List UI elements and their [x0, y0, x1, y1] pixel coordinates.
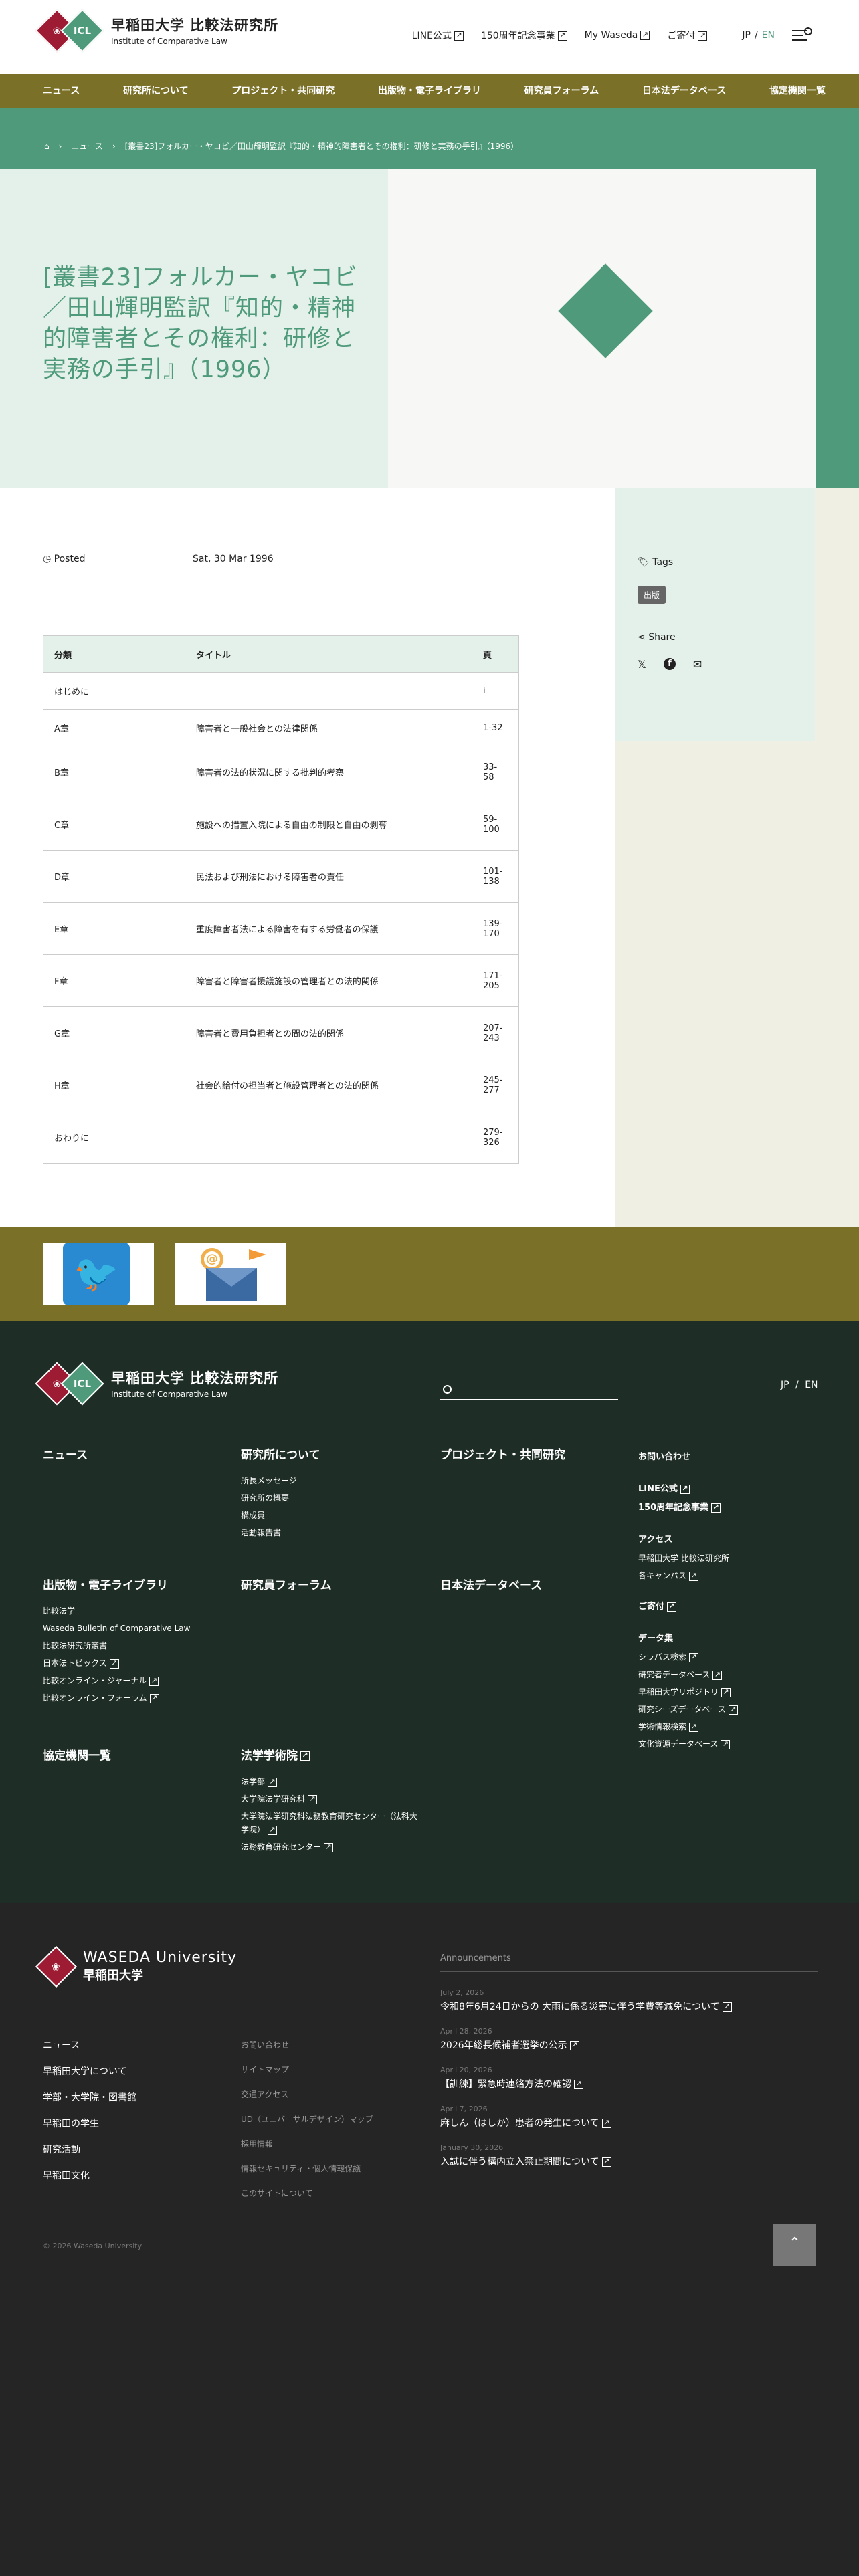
university-links: ニュース 早稲田大学について 学部・大学院・図書館 早稲田の学生 研究活動 早稲…	[43, 2040, 136, 2181]
table-row: E章 重度障害者法による障害を有する労働者の保護 139-170	[43, 902, 519, 955]
copyright: © 2026 Waseda University	[43, 2242, 142, 2250]
paper-plane-icon	[249, 1249, 266, 1260]
nav-forum[interactable]: 研究員フォーラム	[524, 86, 599, 97]
footer-col-publications: 出版物・電子ライブラリ 比較法学 Waseda Bulletin of Comp…	[43, 1578, 190, 1707]
footer-logo[interactable]: ❀ ICL 早稲田大学 比較法研究所 Institute of Comparat…	[35, 1361, 279, 1406]
global-nav: ニュース 研究所について プロジェクト・共同研究 出版物・電子ライブラリ 研究員…	[0, 74, 859, 108]
footer-lang-jp[interactable]: JP	[781, 1380, 789, 1390]
footer-col-contact: お問い合わせ LINE公式 150周年記念事業 アクセス 早稲田大学 比較法研究…	[638, 1448, 738, 1753]
icl-emblem-icon: ICL	[60, 1361, 104, 1406]
mail-share-icon[interactable]: ✉	[693, 658, 702, 671]
menu-search-icon[interactable]	[792, 27, 812, 42]
lang-jp[interactable]: JP	[742, 30, 751, 41]
util-donate[interactable]: ご寄付	[667, 29, 707, 42]
nav-about[interactable]: 研究所について	[123, 86, 189, 97]
envelope-flap-icon	[206, 1268, 257, 1287]
back-to-top-button[interactable]: ⌃	[773, 2224, 816, 2266]
at-sign-icon: @	[201, 1248, 223, 1271]
chevron-right-icon: ›	[112, 141, 116, 151]
table-row: F章 障害者と障害者援護施設の管理者との法的関係 171-205	[43, 954, 519, 1007]
twitter-bird-icon: 🐦	[63, 1243, 130, 1305]
waseda-emblem-icon: ❀	[35, 1945, 78, 1988]
table-row: H章 社会的給付の担当者と施設管理者との法的関係 245-277	[43, 1059, 519, 1111]
page-title: [叢書23]フォルカー・ヤコビ／田山輝明監訳『知的・精神的障害者とその権利：研修…	[43, 264, 358, 383]
util-150th[interactable]: 150周年記念事業	[481, 29, 567, 42]
lang-en[interactable]: EN	[762, 30, 775, 41]
icl-emblem-icon: ICL	[60, 8, 104, 53]
tags-heading: 🏷 Tags	[638, 557, 674, 568]
twitter-banner[interactable]: 🐦	[43, 1243, 154, 1305]
footer-col-news: ニュース	[43, 1448, 88, 1462]
site-header: ❀ ICL 早稲田大学 比較法研究所 Institute of Comparat…	[0, 0, 859, 74]
nav-japan-law-db[interactable]: 日本法データベース	[642, 86, 726, 97]
nav-partners[interactable]: 協定機関一覧	[769, 86, 826, 97]
util-mywaseda[interactable]: My Waseda	[585, 30, 650, 41]
clock-icon: ◷	[43, 554, 52, 564]
university-footer: ❀ WASEDA University 早稲田大学 ニュース 早稲田大学について…	[0, 1903, 859, 2576]
col-category: 分類	[43, 635, 185, 673]
share-heading: ⋖ Share	[638, 632, 676, 643]
logo-title-en: Institute of Comparative Law	[111, 37, 227, 46]
breadcrumb-news[interactable]: ニュース	[71, 140, 102, 152]
utility-links: お問い合わせ サイトマップ 交通アクセス UD（ユニバーサルデザイン）マップ 採…	[241, 2040, 373, 2198]
waseda-logo[interactable]: ❀ WASEDA University 早稲田大学	[35, 1945, 237, 1988]
contents-table: 分類 タイトル 頁 はじめに i A章 障害者と一般社会との法律関係 1-32 B章障…	[43, 635, 519, 1164]
footer-col-japan-law-db: 日本法データベース	[440, 1579, 543, 1592]
table-row: D章 民法および刑法における障害者の責任 101-138	[43, 850, 519, 903]
search-icon	[443, 1385, 452, 1394]
table-row: C章 施設への措置入院による自由の制限と自由の剥奪 59-100	[43, 798, 519, 851]
footer-col-partners: 協定機関一覧	[43, 1749, 111, 1763]
tag-icon: 🏷	[638, 557, 650, 568]
x-share-icon[interactable]: 𝕏	[638, 658, 646, 671]
lang-sep: /	[754, 30, 758, 41]
table-row: G章 障害者と費用負担者との間の法的関係 207-243	[43, 1006, 519, 1059]
nav-publications[interactable]: 出版物・電子ライブラリ	[378, 86, 481, 97]
table-row: A章 障害者と一般社会との法律関係 1-32	[43, 709, 519, 746]
footer-col-forum: 研究員フォーラム	[241, 1579, 332, 1592]
table-header-row: 分類 タイトル 頁	[43, 635, 519, 673]
footer-lang-en[interactable]: EN	[805, 1380, 818, 1390]
table-row: はじめに i	[43, 672, 519, 710]
breadcrumb-current: [叢書23]フォルカー・ヤコビ／田山輝明監訳『知的・精神的障害者とその権利：研修…	[124, 142, 519, 151]
home-icon[interactable]: ⌂	[44, 142, 50, 151]
table-row: おわりに 279-326	[43, 1111, 519, 1164]
footer-col-projects: プロジェクト・共同研究	[440, 1448, 565, 1462]
facebook-share-icon[interactable]: f	[663, 658, 676, 670]
share-icon: ⋖	[638, 632, 646, 643]
col-title: タイトル	[185, 635, 472, 673]
nav-projects[interactable]: プロジェクト・共同研究	[231, 86, 335, 97]
mail-magazine-banner[interactable]: @	[175, 1243, 286, 1305]
footer-language-switch: JP / EN	[781, 1380, 818, 1390]
site-footer: ❀ ICL 早稲田大学 比較法研究所 Institute of Comparat…	[0, 1321, 859, 1903]
col-page: 頁	[472, 635, 519, 673]
language-switch: JP / EN	[725, 30, 775, 41]
announcements-list: July 2, 2026 令和8年6月24日からの 大雨に係る災害に伴う学費等減…	[440, 1987, 818, 2181]
logo-title-ja: 早稲田大学 比較法研究所	[111, 17, 279, 33]
posted-date: Sat, 30 Mar 1996	[193, 554, 274, 564]
footer-col-about: 研究所について 所長メッセージ 研究所の概要 構成員 活動報告書	[241, 1448, 320, 1537]
nav-news[interactable]: ニュース	[43, 86, 80, 97]
footer-logo-en: Institute of Comparative Law	[111, 1390, 227, 1399]
chevron-right-icon: ›	[58, 141, 62, 151]
utility-nav: LINE公式 150周年記念事業 My Waseda ご寄付 JP / EN	[395, 27, 812, 42]
site-logo[interactable]: ❀ ICL 早稲田大学 比較法研究所 Institute of Comparat…	[35, 8, 279, 53]
breadcrumb: ⌂ › ニュース › [叢書23]フォルカー・ヤコビ／田山輝明監訳『知的・精神的…	[44, 140, 528, 152]
footer-search-input[interactable]	[440, 1380, 618, 1400]
sidebar	[615, 488, 815, 741]
announcements-heading: Announcements	[440, 1953, 818, 1972]
tag-publication[interactable]: 出版	[638, 586, 666, 604]
arrow-up-icon: ⌃	[788, 2235, 801, 2252]
util-line[interactable]: LINE公式	[412, 29, 464, 42]
footer-col-law-faculty: 法学学術院 法学部 大学院法学研究科 大学院法学研究科法務教育研究センター（法科…	[241, 1749, 421, 1856]
share-buttons: 𝕏 f ✉	[638, 658, 702, 671]
table-row: B章 障害者の法的状況に関する批判的考察 33-58	[43, 746, 519, 798]
posted-label: ◷ Posted	[43, 554, 86, 564]
footer-logo-ja: 早稲田大学 比較法研究所	[111, 1370, 279, 1386]
